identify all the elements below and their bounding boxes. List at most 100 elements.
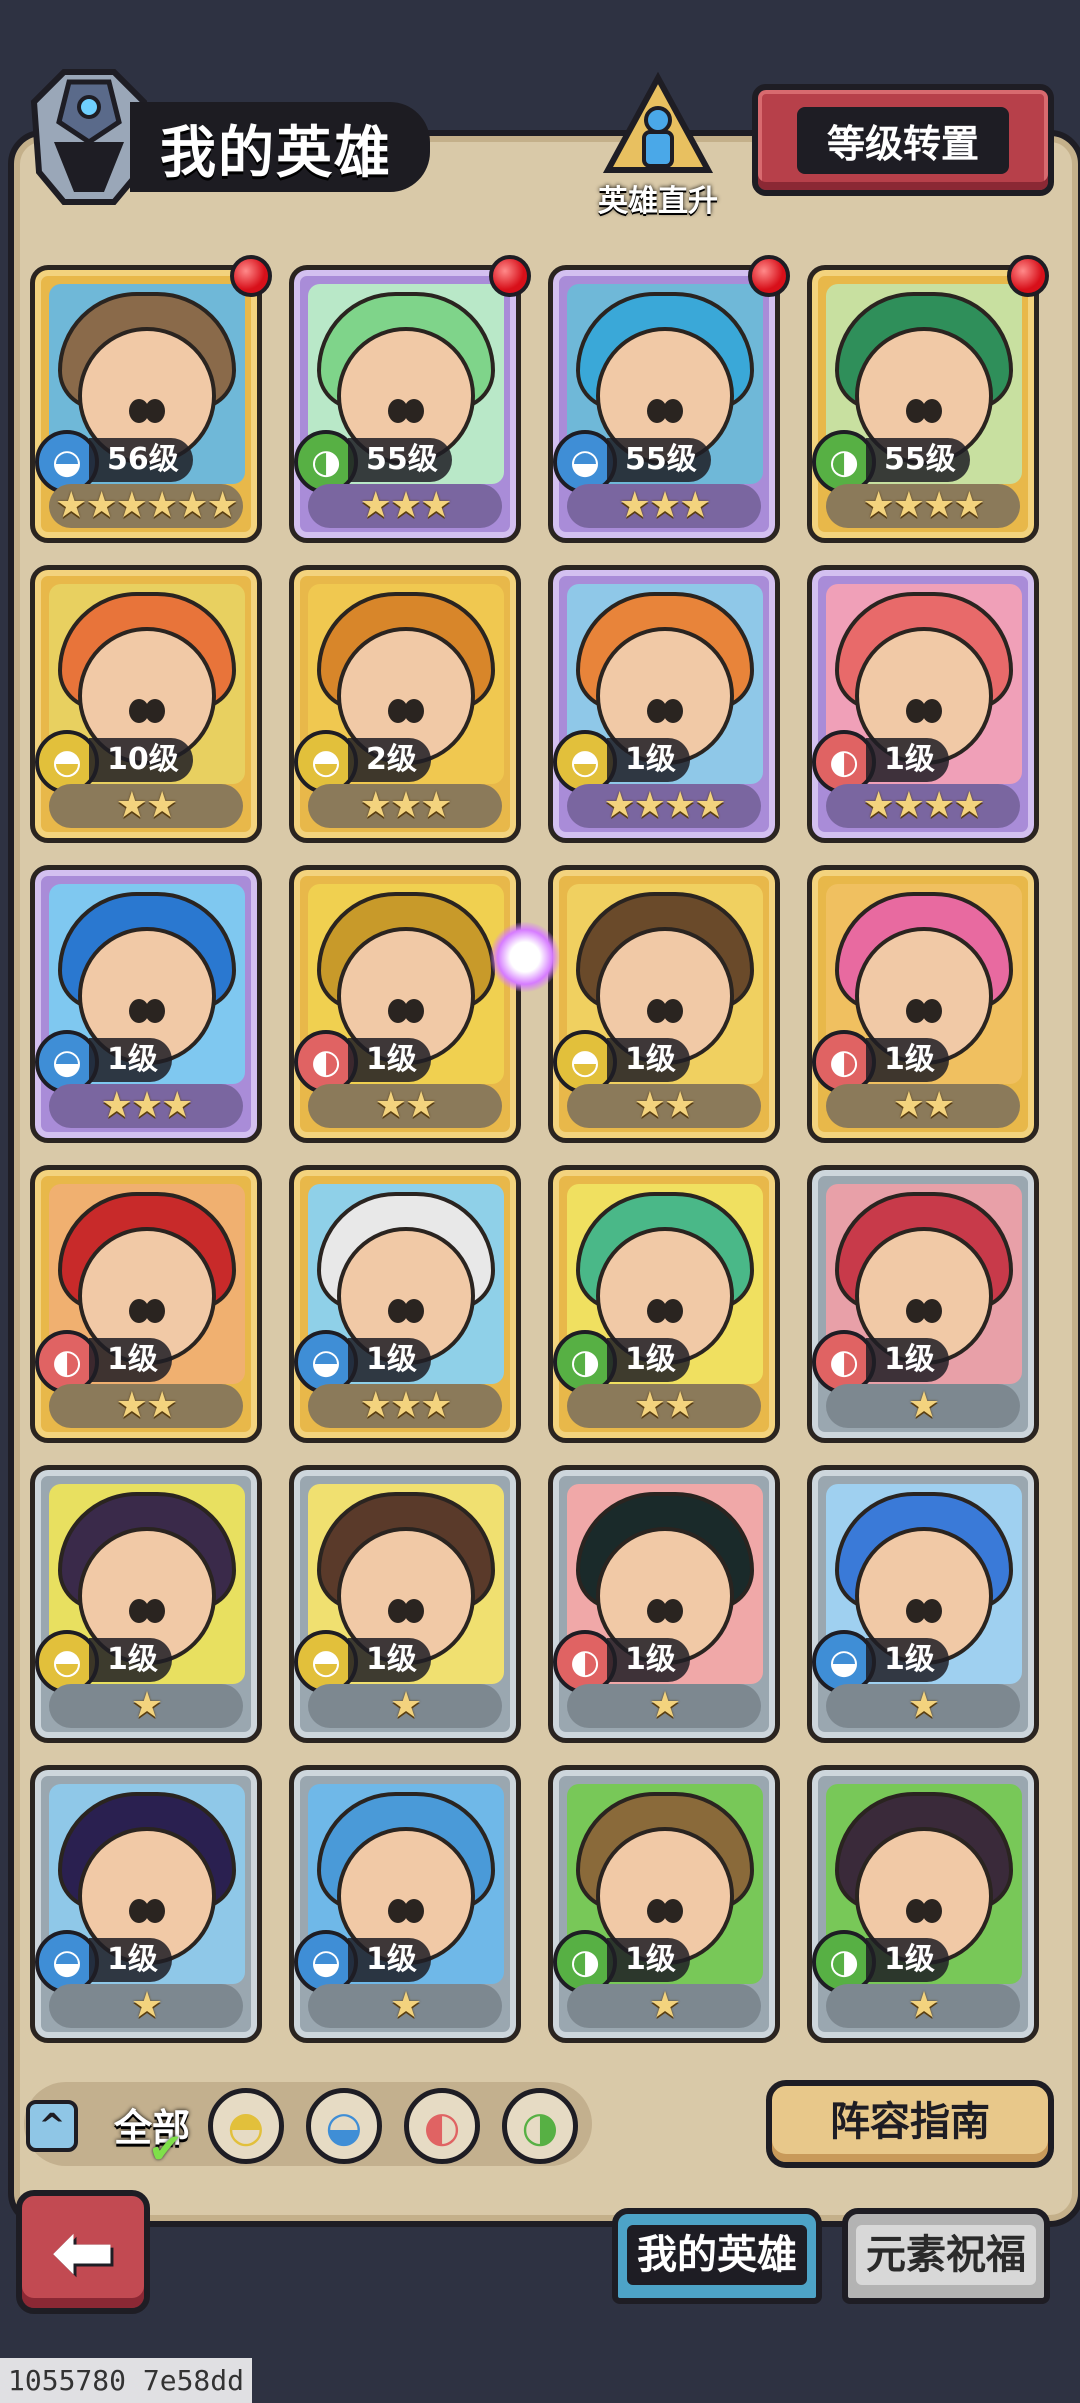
hero-stars: ★ xyxy=(49,1684,243,1728)
back-arrow-icon: ⬅ xyxy=(51,2207,115,2296)
hero-card[interactable]: ◓ 1级 ★★★★ xyxy=(548,565,780,843)
hero-card[interactable]: ◓ 2级 ★★★ xyxy=(289,565,521,843)
hero-stars: ★★★ xyxy=(308,1384,502,1428)
hero-eye xyxy=(404,998,425,1023)
tab-element-blessing[interactable]: 元素祝福 xyxy=(842,2208,1050,2304)
hero-level: 1级 xyxy=(348,1638,431,1682)
hero-level: 1级 xyxy=(348,1938,431,1982)
build-id: 1055780 7e58dd xyxy=(0,2358,253,2403)
hero-stars: ★ xyxy=(567,1684,761,1728)
sparkle-effect xyxy=(490,922,560,992)
notification-dot-icon xyxy=(489,255,531,297)
hero-card[interactable]: ◒ 1级 ★ xyxy=(30,1765,262,2043)
notification-dot-icon xyxy=(230,255,272,297)
hero-eye xyxy=(145,1898,166,1923)
hero-card[interactable]: ◑ 1级 ★ xyxy=(548,1765,780,2043)
lineup-guide-button[interactable]: 阵容指南 xyxy=(766,2080,1054,2168)
hero-card[interactable]: ◓ 1级 ★★ xyxy=(548,865,780,1143)
hero-eye xyxy=(145,398,166,423)
hero-card[interactable]: ◒ 1级 ★ xyxy=(807,1465,1039,1743)
hero-promote-button[interactable]: 英雄直升 xyxy=(584,70,732,220)
hero-stars: ★ xyxy=(826,1384,1020,1428)
hero-stars: ★★ xyxy=(308,1084,502,1128)
hero-level: 1级 xyxy=(866,1938,949,1982)
filter-fire-icon[interactable]: ◐ xyxy=(404,2088,480,2164)
hero-card[interactable]: ◑ 1级 ★ xyxy=(807,1765,1039,2043)
hero-stars: ★★★★★★ xyxy=(49,484,243,528)
hero-level: 56级 xyxy=(89,438,193,482)
hero-card[interactable]: ◐ 1级 ★★ xyxy=(289,865,521,1143)
hero-level: 1级 xyxy=(607,1338,690,1382)
check-icon: ✔ xyxy=(148,2124,184,2173)
hero-stars: ★★ xyxy=(567,1084,761,1128)
hero-stars: ★★★ xyxy=(308,484,502,528)
hero-level: 1级 xyxy=(866,1038,949,1082)
tab-my-heroes-label: 我的英雄 xyxy=(627,2225,807,2285)
level-reset-button[interactable]: 等级转置 xyxy=(752,84,1054,196)
hero-card[interactable]: ◒ 1级 ★★★ xyxy=(30,865,262,1143)
hero-card[interactable]: ◐ 1级 ★★ xyxy=(807,865,1039,1143)
page-title: 我的英雄 xyxy=(160,121,392,186)
filter-wind-icon[interactable]: ◑ xyxy=(502,2088,578,2164)
hero-level: 1级 xyxy=(607,1038,690,1082)
hero-card[interactable]: ◐ 1级 ★★ xyxy=(30,1165,262,1443)
back-button[interactable]: ⬅ xyxy=(16,2190,150,2314)
hero-card[interactable]: ◑ 1级 ★★ xyxy=(548,1165,780,1443)
hero-level: 1级 xyxy=(89,1038,172,1082)
hero-eye xyxy=(922,998,943,1023)
hero-level: 10级 xyxy=(89,738,193,782)
hero-eye xyxy=(663,698,684,723)
hero-eye xyxy=(145,1298,166,1323)
hero-card[interactable]: ◐ 1级 ★★★★ xyxy=(807,565,1039,843)
hero-card[interactable]: ◐ 1级 ★ xyxy=(548,1465,780,1743)
hero-eye xyxy=(663,1298,684,1323)
hero-stars: ★ xyxy=(308,1984,502,2028)
hero-card[interactable]: ◑ 55级 ★★★★ xyxy=(807,265,1039,543)
hero-eye xyxy=(922,1298,943,1323)
hero-card[interactable]: ◐ 1级 ★ xyxy=(807,1165,1039,1443)
hero-eye xyxy=(922,1598,943,1623)
hero-card[interactable]: ◑ 55级 ★★★ xyxy=(289,265,521,543)
hero-eye xyxy=(404,1598,425,1623)
hero-eye xyxy=(663,1598,684,1623)
hero-eye xyxy=(145,698,166,723)
hero-card[interactable]: ◒ 1级 ★ xyxy=(289,1765,521,2043)
tab-my-heroes[interactable]: 我的英雄 xyxy=(612,2208,822,2304)
hero-eye xyxy=(663,398,684,423)
hero-level: 1级 xyxy=(89,1938,172,1982)
filter-water-icon[interactable]: ◒ xyxy=(306,2088,382,2164)
hero-eye xyxy=(404,398,425,423)
hero-level: 1级 xyxy=(866,738,949,782)
hero-stars: ★ xyxy=(826,1984,1020,2028)
collapse-button[interactable]: ^ xyxy=(26,2100,78,2152)
hero-card[interactable]: ◓ 1级 ★ xyxy=(30,1465,262,1743)
hero-stars: ★ xyxy=(308,1684,502,1728)
hero-level: 2级 xyxy=(348,738,431,782)
hero-stars: ★★ xyxy=(567,1384,761,1428)
hero-card[interactable]: ◓ 10级 ★★ xyxy=(30,565,262,843)
hero-level: 55级 xyxy=(348,438,452,482)
hero-card[interactable]: ◓ 1级 ★ xyxy=(289,1465,521,1743)
hero-eye xyxy=(922,698,943,723)
hero-stars: ★★★ xyxy=(308,784,502,828)
hero-level: 1级 xyxy=(607,1638,690,1682)
hero-stars: ★ xyxy=(49,1984,243,2028)
tab-element-blessing-label: 元素祝福 xyxy=(856,2225,1036,2285)
hero-stars: ★★★ xyxy=(49,1084,243,1128)
hero-card[interactable]: ◒ 1级 ★★★ xyxy=(289,1165,521,1443)
hero-eye xyxy=(404,1298,425,1323)
hero-card[interactable]: ◒ 56级 ★★★★★★ xyxy=(30,265,262,543)
hero-eye xyxy=(663,1898,684,1923)
filter-earth-icon[interactable]: ◓ xyxy=(208,2088,284,2164)
hero-stars: ★★★★ xyxy=(826,784,1020,828)
hero-level: 55级 xyxy=(866,438,970,482)
notification-dot-icon xyxy=(1007,255,1049,297)
hero-card[interactable]: ◒ 55级 ★★★ xyxy=(548,265,780,543)
hero-stars: ★★ xyxy=(826,1084,1020,1128)
hero-eye xyxy=(145,1598,166,1623)
hero-promote-icon xyxy=(602,71,714,173)
hero-eye xyxy=(922,398,943,423)
hero-level: 1级 xyxy=(348,1338,431,1382)
notification-dot-icon xyxy=(748,255,790,297)
hero-stars: ★★ xyxy=(49,784,243,828)
